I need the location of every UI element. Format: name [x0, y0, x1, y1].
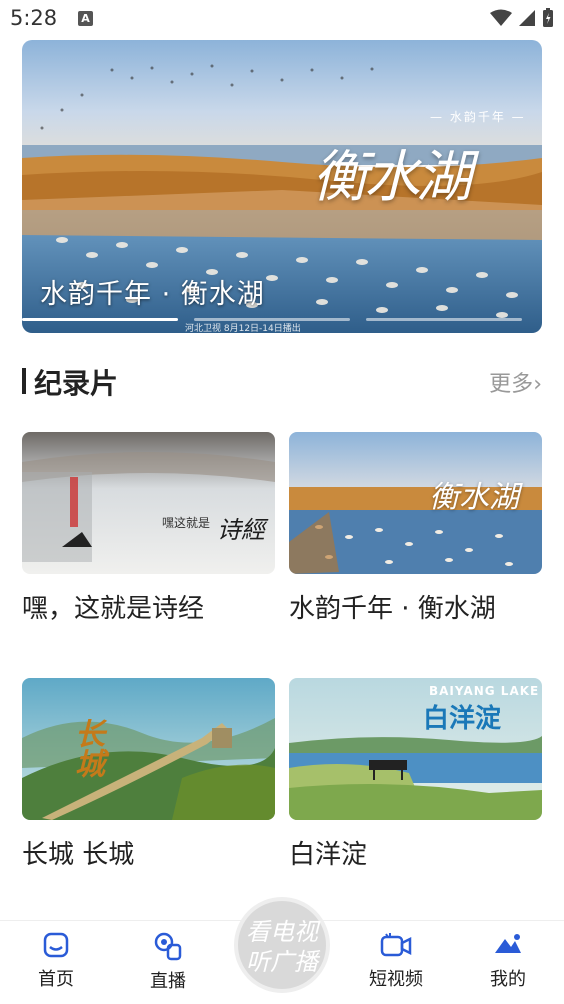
more-link[interactable]: 更多›	[489, 366, 542, 398]
card-hengshui[interactable]: 衡水湖 水韵千年 · 衡水湖	[289, 432, 542, 625]
center-label-line1: 看电视	[246, 918, 318, 946]
status-time: 5:28	[10, 6, 58, 30]
center-label-line2: 听广播	[246, 948, 318, 976]
banner-caption: 河北卫视 8月12日-14日播出	[185, 324, 301, 334]
notification-icon: A	[78, 11, 93, 26]
card-art-title: 长城	[69, 718, 104, 778]
battery-icon	[543, 8, 553, 27]
nav-label-home: 首页	[38, 969, 74, 990]
card-shijing[interactable]: 嘿这就是 诗經 嘿，这就是诗经	[22, 432, 275, 625]
nav-label-profile: 我的	[490, 969, 526, 990]
card-thumbnail: 衡水湖	[289, 432, 542, 574]
watch-tv-listen-radio-button[interactable]: 看电视 听广播	[234, 897, 330, 993]
card-title: 嘿，这就是诗经	[22, 594, 205, 624]
card-art-title: 衡水湖	[429, 480, 519, 515]
banner-calligraphy: 衡水湖	[312, 145, 472, 210]
status-icons	[490, 8, 554, 28]
wifi-icon	[490, 9, 512, 26]
section-accent-bar	[22, 368, 26, 394]
svg-text:嘿这就是: 嘿这就是	[162, 515, 210, 530]
chevron-right-icon: ›	[533, 372, 542, 397]
card-art-en-title: BAIYANG LAKE	[429, 684, 540, 698]
nav-label-short-video: 短视频	[369, 969, 423, 990]
bottom-navigation: 首页 直播 看电视 听广播 短视频 我的	[0, 897, 564, 1004]
banner-subtitle: — 水韵千年 —	[430, 110, 526, 124]
card-baiyangdian[interactable]: BAIYANG LAKE 白洋淀 白洋淀	[289, 678, 542, 871]
card-title: 水韵千年 · 衡水湖	[289, 594, 496, 624]
card-title: 长城 长城	[22, 840, 135, 870]
live-icon	[154, 932, 182, 961]
card-thumbnail: 长城	[22, 678, 275, 820]
banner-dot-3[interactable]	[366, 318, 522, 321]
section-title: 纪录片	[34, 367, 119, 400]
card-changcheng[interactable]: 长城 长城 长城	[22, 678, 275, 871]
status-bar: 5:28 A	[0, 0, 564, 38]
short-video-icon	[380, 933, 412, 957]
nav-live[interactable]: 直播	[128, 931, 208, 993]
nav-label-live: 直播	[150, 971, 186, 992]
nav-profile[interactable]: 我的	[468, 931, 548, 991]
home-icon	[43, 932, 69, 958]
more-label: 更多	[489, 372, 534, 397]
documentary-section-header: 纪录片 更多›	[22, 362, 542, 402]
card-thumbnail: 嘿这就是 诗經	[22, 432, 275, 574]
hero-banner[interactable]: — 水韵千年 — 衡水湖 水韵千年 · 衡水湖	[22, 40, 542, 333]
signal-icon	[519, 10, 535, 26]
banner-dot-1[interactable]	[22, 318, 178, 321]
banner-title: 水韵千年 · 衡水湖	[40, 279, 265, 310]
card-thumbnail: BAIYANG LAKE 白洋淀	[289, 678, 542, 820]
nav-home[interactable]: 首页	[16, 931, 96, 991]
profile-icon	[495, 934, 521, 953]
card-art-title: 诗經	[217, 516, 265, 544]
card-art-title: 白洋淀	[423, 704, 502, 734]
card-title: 白洋淀	[289, 840, 368, 870]
nav-short-video[interactable]: 短视频	[356, 931, 436, 991]
